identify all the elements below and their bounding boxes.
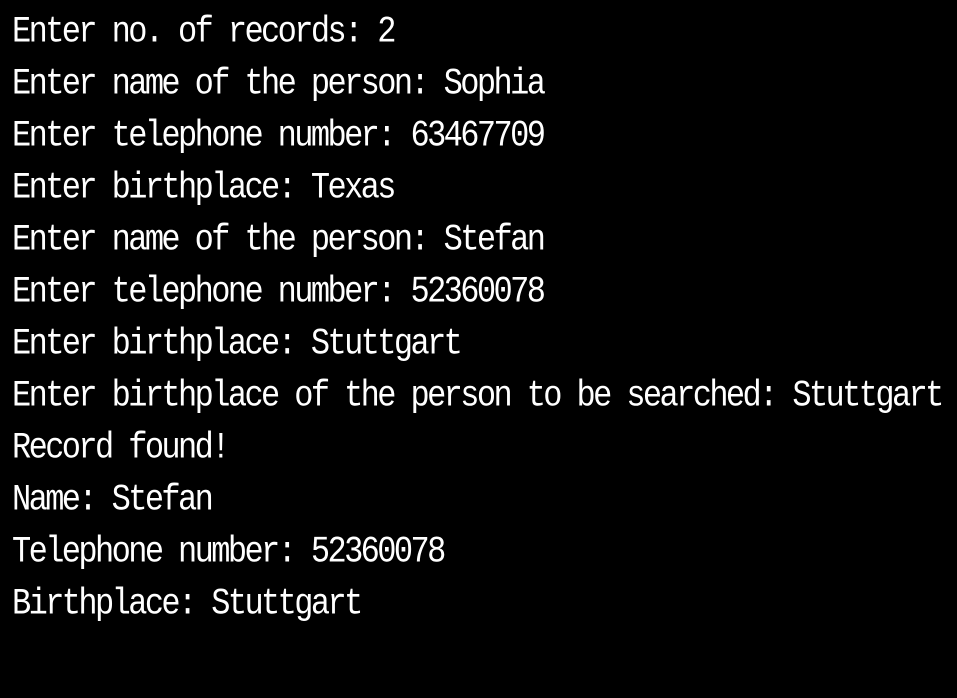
- console-window[interactable]: Enter no. of records: 2 Enter name of th…: [0, 0, 957, 698]
- console-line-result-birthplace: Birthplace: Stuttgart: [12, 581, 363, 625]
